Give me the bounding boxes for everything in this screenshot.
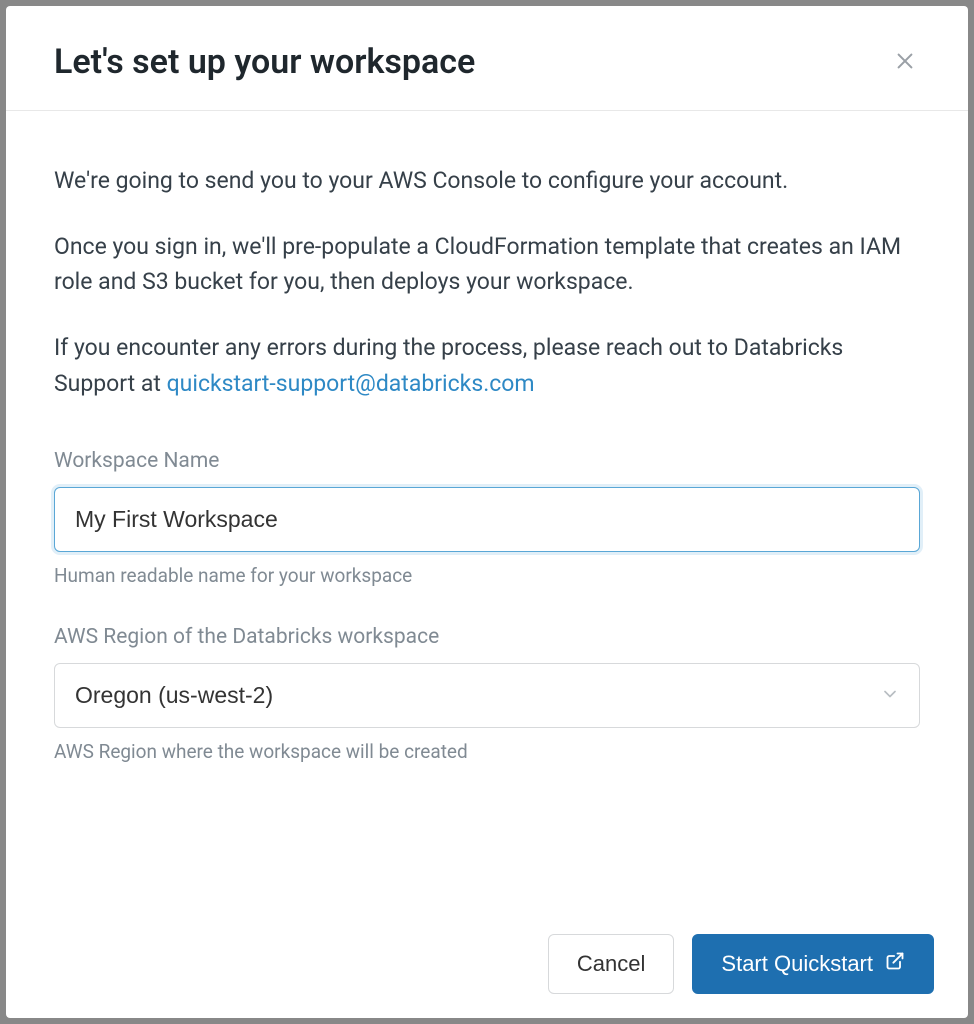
support-email-link[interactable]: quickstart-support@databricks.com bbox=[167, 370, 535, 397]
cancel-button-label: Cancel bbox=[577, 951, 645, 977]
intro-text: We're going to send you to your AWS Cons… bbox=[54, 163, 920, 401]
aws-region-select[interactable]: Oregon (us-west-2) bbox=[54, 663, 920, 728]
external-link-icon bbox=[885, 951, 905, 977]
modal-header: Let's set up your workspace bbox=[6, 6, 968, 111]
modal-footer: Cancel Start Quickstart bbox=[6, 918, 968, 1018]
intro-paragraph-3: If you encounter any errors during the p… bbox=[54, 330, 920, 401]
workspace-name-help: Human readable name for your workspace bbox=[54, 564, 920, 587]
aws-region-label: AWS Region of the Databricks workspace bbox=[54, 625, 920, 649]
intro-paragraph-2: Once you sign in, we'll pre-populate a C… bbox=[54, 229, 920, 300]
start-quickstart-button[interactable]: Start Quickstart bbox=[692, 934, 934, 994]
intro-paragraph-1: We're going to send you to your AWS Cons… bbox=[54, 163, 920, 199]
start-quickstart-label: Start Quickstart bbox=[721, 951, 873, 977]
aws-region-help: AWS Region where the workspace will be c… bbox=[54, 740, 920, 763]
workspace-name-label: Workspace Name bbox=[54, 449, 920, 473]
close-button[interactable] bbox=[890, 46, 920, 79]
workspace-name-group: Workspace Name Human readable name for y… bbox=[54, 449, 920, 587]
modal-body: We're going to send you to your AWS Cons… bbox=[6, 111, 968, 918]
close-icon bbox=[894, 50, 916, 75]
modal-title: Let's set up your workspace bbox=[54, 42, 475, 82]
aws-region-select-wrap: Oregon (us-west-2) bbox=[54, 663, 920, 728]
workspace-name-input[interactable] bbox=[54, 487, 920, 552]
setup-workspace-modal: Let's set up your workspace We're going … bbox=[6, 6, 968, 1018]
cancel-button[interactable]: Cancel bbox=[548, 934, 674, 994]
aws-region-group: AWS Region of the Databricks workspace O… bbox=[54, 625, 920, 763]
